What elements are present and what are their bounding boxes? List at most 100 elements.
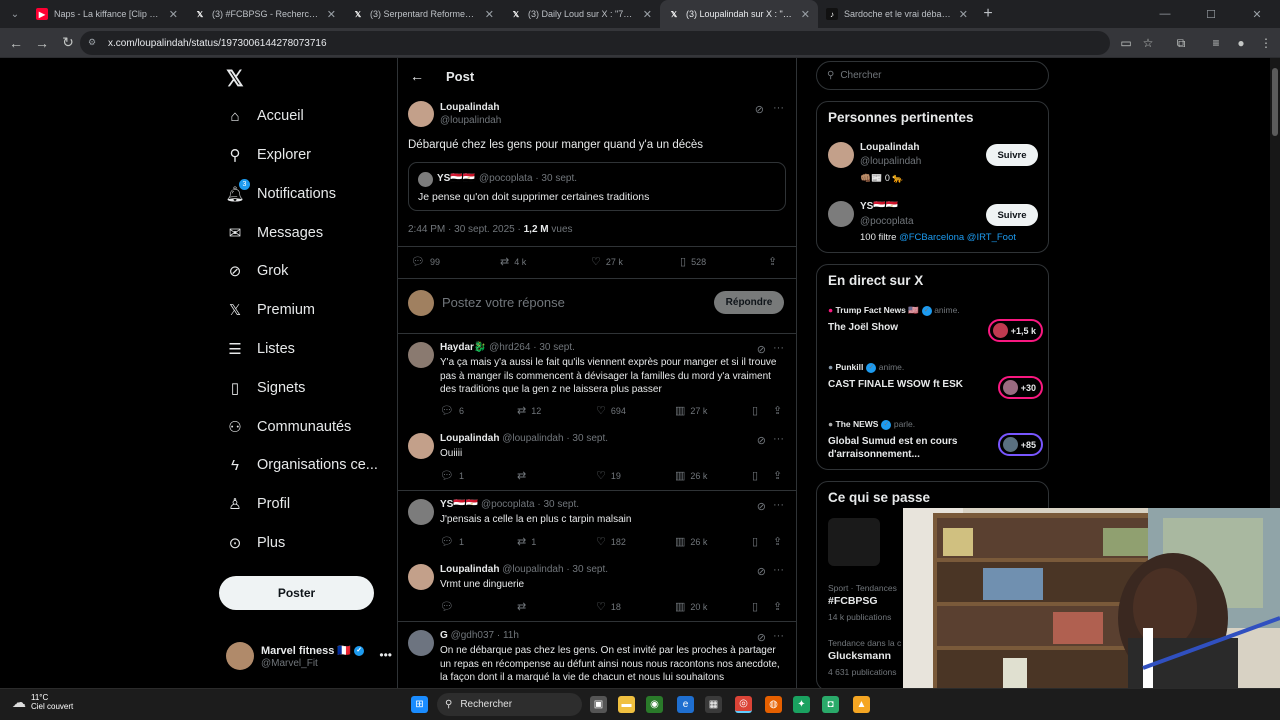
nav-item-profile[interactable]: ♙ Profil [226, 489, 290, 519]
like-button[interactable]: ♡ 27 k [591, 255, 623, 268]
browser-tab-active[interactable]: 𝕏 (3) Loupalindah sur X : "Débarq... ✕ [660, 0, 818, 28]
account-switcher[interactable]: Marvel fitness 🇫🇷 ✓ @Marvel_Fit ••• [226, 642, 392, 672]
quoted-post[interactable]: YS🇾🇪🇪🇬 @pocoplata · 30 sept. Je pense qu… [408, 162, 786, 211]
event-thumbnail[interactable] [828, 518, 880, 566]
browser-menu-icon[interactable]: ⋮ [1255, 31, 1277, 55]
tab-search-button[interactable]: ⌄ [2, 3, 28, 25]
share-button[interactable]: ⇪ [773, 469, 787, 482]
close-tab-icon[interactable]: ✕ [643, 8, 652, 21]
share-button[interactable]: ⇪ [773, 535, 787, 548]
reply-submit-button[interactable]: Répondre [714, 291, 784, 314]
more-icon[interactable]: ··· [773, 564, 784, 576]
views-button[interactable]: ▥ 26 k [675, 469, 707, 482]
firefox-icon[interactable]: ◍ [765, 696, 782, 713]
browser-tab[interactable]: ♪ Sardoche et le vrai débat sur Le... ✕ [818, 0, 976, 28]
nav-item-organisations[interactable]: ϟ Organisations ce... [226, 450, 378, 480]
reload-icon[interactable]: ↻ [56, 31, 80, 55]
live-listeners-badge[interactable]: +30 [997, 376, 1043, 399]
live-listeners-badge[interactable]: +1,5 k [987, 319, 1043, 342]
minimize-icon[interactable]: — [1142, 8, 1188, 20]
chrome-icon[interactable]: ◎ [735, 696, 752, 713]
repost-button[interactable]: ⇄ [517, 469, 531, 482]
live-listeners-badge[interactable]: +85 [997, 433, 1043, 456]
extensions-icon[interactable]: ⧉ [1170, 31, 1192, 55]
live-item[interactable]: ● Punkill ✓ anime. CAST FINALE WSOW ft ES… [828, 362, 1043, 399]
live-item[interactable]: ● Trump Fact News 🇺🇸 ✓ anime. The Joël Sh… [828, 305, 1043, 342]
nav-item-messages[interactable]: ✉ Messages [226, 218, 323, 248]
vpn-icon[interactable]: ✦ [793, 696, 810, 713]
taskbar-search[interactable]: ⚲ Rechercher [437, 693, 582, 716]
person-name[interactable]: Loupalindah [860, 142, 919, 153]
maximize-icon[interactable]: ☐ [1188, 8, 1234, 21]
close-window-icon[interactable]: ✕ [1234, 8, 1280, 21]
close-tab-icon[interactable]: ✕ [959, 8, 968, 21]
reply-button[interactable]: 💬︎ [440, 600, 459, 613]
grok-icon[interactable]: ⊘ [757, 500, 766, 513]
scrollbar-thumb[interactable] [1272, 68, 1278, 136]
nav-item-bookmarks[interactable]: ▯ Signets [226, 373, 306, 403]
reply-button[interactable]: 💬︎ 6 [440, 404, 464, 417]
grok-icon[interactable]: ⊘ [757, 434, 766, 447]
trend-topic[interactable]: Glucksmann [828, 650, 891, 662]
close-tab-icon[interactable]: ✕ [327, 8, 336, 21]
reply-author[interactable]: YS🇾🇪🇪🇬 [440, 499, 478, 510]
x-logo-icon[interactable]: 𝕏 [226, 66, 244, 92]
forward-icon[interactable]: → [30, 31, 54, 55]
search-input[interactable]: ⚲ Chercher [816, 61, 1049, 90]
edge-icon[interactable]: e [677, 696, 694, 713]
repost-button[interactable]: ⇄ 12 [517, 404, 541, 417]
address-bar[interactable]: ⚙ x.com/loupalindah/status/1973006144278… [80, 31, 1110, 55]
reply-author[interactable]: Loupalindah [440, 433, 499, 444]
reply-author[interactable]: Haydar🐉 [440, 342, 486, 353]
nav-item-explore[interactable]: ⚲ Explorer [226, 140, 312, 170]
avatar[interactable] [408, 499, 434, 525]
nav-item-grok[interactable]: ⊘ Grok [226, 256, 289, 286]
reply-button[interactable]: 💬︎ 99 [411, 255, 440, 268]
file-explorer-icon[interactable]: ▬ [618, 696, 635, 713]
share-button[interactable]: ⇪ [773, 404, 787, 417]
repost-button[interactable]: ⇄ 4 k [500, 255, 526, 268]
bio-links[interactable]: @FCBarcelona @IRT_Foot [899, 232, 1016, 243]
nav-item-more[interactable]: ⊙ Plus [226, 528, 286, 558]
site-info-icon[interactable]: ⚙ [88, 37, 100, 49]
bookmark-button[interactable]: ▯ [752, 535, 763, 548]
reply-input[interactable]: Postez votre réponse [442, 295, 565, 310]
store-icon[interactable]: ▦ [705, 696, 722, 713]
more-icon[interactable]: ··· [773, 630, 784, 642]
post-timestamp[interactable]: 2:44 PM · 30 sept. 2025 · [408, 224, 524, 235]
profile-icon[interactable]: ● [1230, 31, 1252, 55]
avatar[interactable] [408, 564, 434, 590]
more-icon[interactable]: ••• [379, 648, 392, 662]
grok-icon[interactable]: ⊘ [757, 631, 766, 644]
avatar[interactable] [828, 142, 854, 168]
nav-item-notifications[interactable]: 🔔︎ 3 Notifications [225, 179, 336, 209]
more-icon[interactable]: ··· [773, 433, 784, 445]
grok-icon[interactable]: ⊘ [757, 343, 766, 356]
more-icon[interactable]: ··· [773, 102, 784, 114]
avatar[interactable] [408, 342, 434, 368]
back-icon[interactable]: ← [4, 31, 28, 55]
reply-author[interactable]: G [440, 630, 448, 641]
back-arrow-icon[interactable]: ← [410, 68, 430, 84]
like-button[interactable]: ♡ 182 [596, 535, 626, 548]
reading-list-icon[interactable]: ≡ [1205, 31, 1227, 55]
bookmark-button[interactable]: ▯ [752, 469, 763, 482]
avatar[interactable] [828, 201, 854, 227]
grok-icon[interactable]: ⊘ [755, 103, 764, 116]
like-button[interactable]: ♡ 18 [596, 600, 621, 613]
bookmark-star-icon[interactable]: ☆ [1137, 31, 1159, 55]
share-button[interactable]: ⇪ [773, 600, 787, 613]
new-tab-button[interactable]: + [976, 5, 1000, 23]
share-button[interactable]: ⇪ [768, 255, 782, 268]
trend-topic[interactable]: #FCBPSG [828, 595, 878, 607]
nav-item-home[interactable]: ⌂ Accueil [226, 101, 303, 131]
like-button[interactable]: ♡ 19 [596, 469, 621, 482]
bookmark-button[interactable]: ▯ 528 [680, 255, 706, 268]
person-name[interactable]: YS🇾🇪🇪🇬 [860, 201, 898, 212]
grok-icon[interactable]: ⊘ [757, 565, 766, 578]
browser-tab[interactable]: 𝕏 (3) #FCBPSG - Recherche / X ✕ [186, 0, 344, 28]
reply-button[interactable]: 💬︎ 1 [440, 535, 464, 548]
repost-button[interactable]: ⇄ 1 [517, 535, 536, 548]
cast-icon[interactable]: ▭ [1115, 31, 1137, 55]
avatar[interactable] [408, 630, 434, 656]
